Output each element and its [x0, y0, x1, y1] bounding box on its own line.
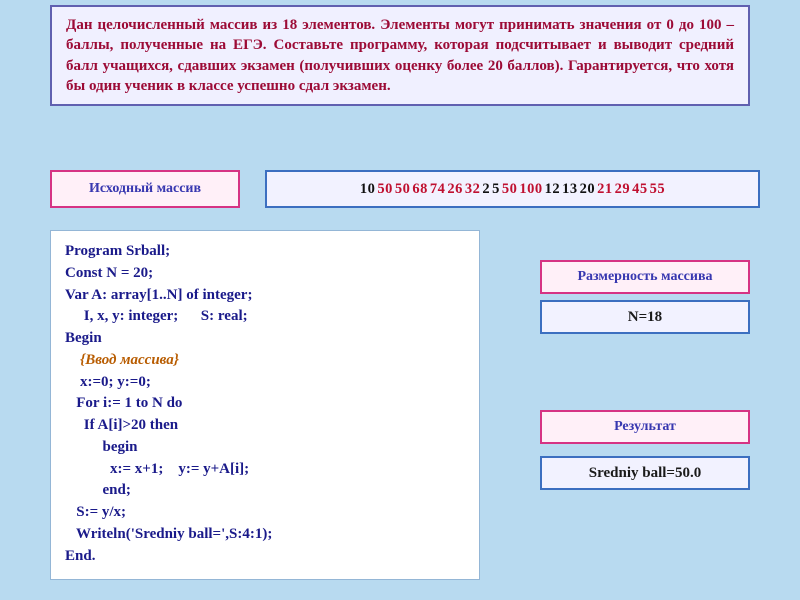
- code-line: Program Srball;: [65, 243, 170, 259]
- code-line: end;: [65, 482, 131, 498]
- array-value: 50: [502, 181, 518, 198]
- code-line: If A[i]>20 then: [65, 417, 178, 433]
- value-result: Sredniy ball=50.0: [540, 456, 750, 490]
- array-value: 32: [465, 181, 481, 198]
- code-line: S:= y/x;: [65, 504, 126, 520]
- code-line: End.: [65, 548, 95, 564]
- code-line: For i:= 1 to N do: [65, 395, 182, 411]
- code-line: Begin: [65, 330, 102, 346]
- array-value: 13: [562, 181, 578, 198]
- array-value: 5: [492, 181, 500, 198]
- array-value: 45: [632, 181, 648, 198]
- array-value: 10: [360, 181, 376, 198]
- label-dimension: Размерность массива: [540, 260, 750, 294]
- array-value: 50: [395, 181, 411, 198]
- code-line: x:= x+1; y:= y+A[i];: [65, 461, 249, 477]
- code-line: I, x, y: integer; S: real;: [65, 308, 248, 324]
- array-value: 50: [377, 181, 393, 198]
- array-value: 21: [597, 181, 613, 198]
- code-line: Const N = 20;: [65, 265, 153, 281]
- program-code: Program Srball; Const N = 20; Var A: arr…: [50, 230, 480, 580]
- code-line: Var A: array[1..N] of integer;: [65, 287, 252, 303]
- label-result: Результат: [540, 410, 750, 444]
- array-value: 20: [580, 181, 596, 198]
- array-value: 29: [615, 181, 631, 198]
- problem-statement: Дан целочисленный массив из 18 элементов…: [50, 5, 750, 106]
- code-line: begin: [65, 439, 138, 455]
- value-dimension: N=18: [540, 300, 750, 334]
- array-value: 55: [650, 181, 666, 198]
- array-value: 12: [545, 181, 561, 198]
- array-value: 74: [430, 181, 446, 198]
- source-array-values: 10 50 50 68 74 26 32 2 5 50 100 12 13 20…: [265, 170, 760, 208]
- code-comment: {Ввод массива}: [65, 352, 179, 368]
- label-source-array: Исходный массив: [50, 170, 240, 208]
- array-value: 100: [519, 181, 542, 198]
- code-line: x:=0; y:=0;: [65, 374, 151, 390]
- array-value: 26: [447, 181, 463, 198]
- array-value: 2: [482, 181, 490, 198]
- array-value: 68: [412, 181, 428, 198]
- code-line: Writeln('Sredniy ball=',S:4:1);: [65, 526, 272, 542]
